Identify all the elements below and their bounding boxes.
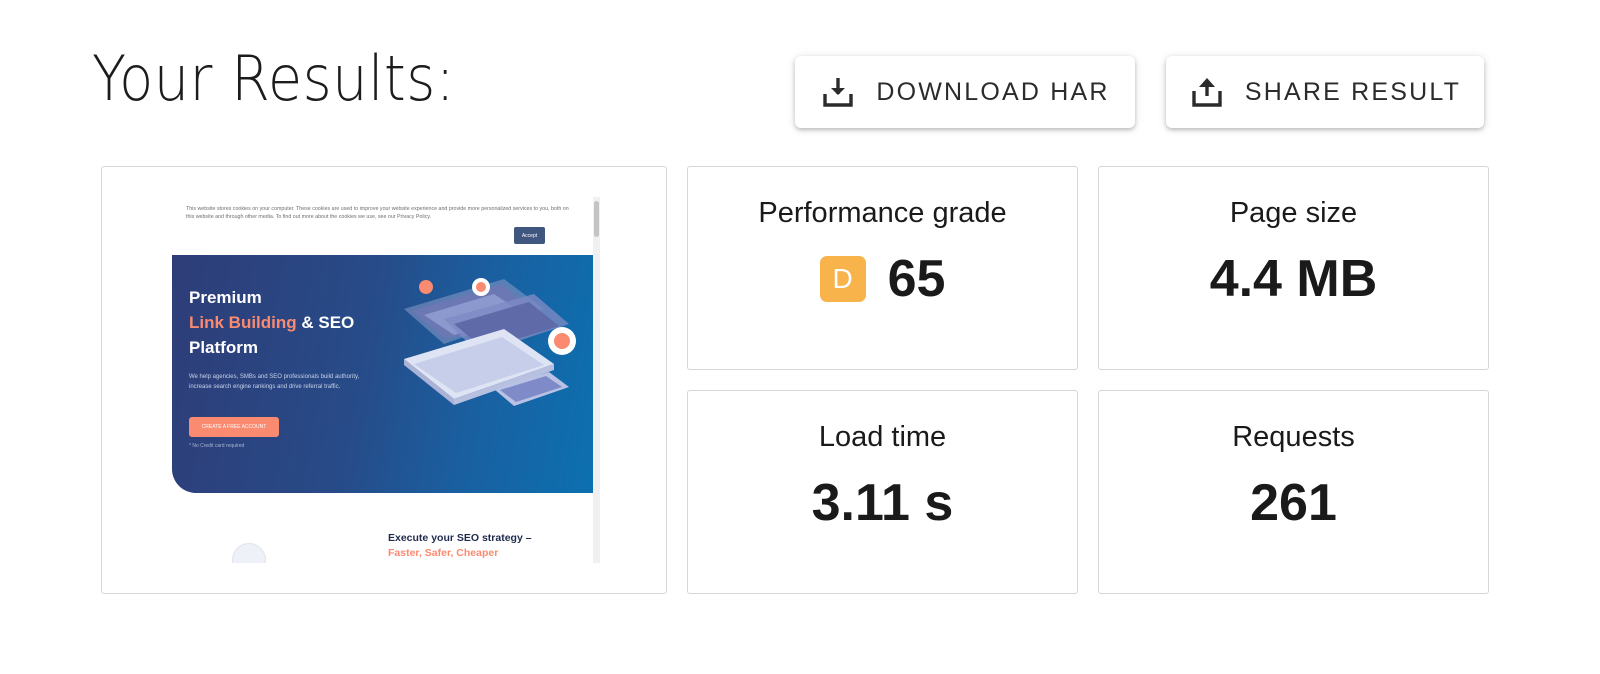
upload-icon	[1192, 78, 1222, 107]
requests-value: 261	[1250, 474, 1337, 532]
cookie-banner-text: This website stores cookies on your comp…	[186, 206, 569, 220]
grade-badge: D	[819, 256, 866, 302]
hero-accent: Link Building	[189, 313, 297, 332]
load-time-value: 3.11 s	[811, 474, 954, 532]
download-har-button[interactable]: DOWNLOAD HAR	[795, 56, 1135, 128]
hero-section: Premium Link Building & SEO Platform We …	[172, 255, 593, 493]
page-title: Your Results:	[92, 42, 455, 115]
cookie-accept-button: Accept	[514, 227, 545, 244]
hero-heading: Premium Link Building & SEO Platform	[189, 285, 354, 360]
requests-card: Requests 261	[1098, 390, 1489, 594]
download-har-label: DOWNLOAD HAR	[876, 77, 1110, 106]
preview-scrollbar	[593, 197, 600, 563]
page-size-label: Page size	[1229, 197, 1358, 229]
load-time-label: Load time	[818, 421, 947, 453]
hero-line1: Premium	[189, 288, 262, 307]
download-icon	[823, 78, 854, 107]
share-result-label: SHARE RESULT	[1244, 77, 1462, 106]
sub-heading: Execute your SEO strategy – Faster, Safe…	[388, 531, 532, 561]
preview-scrollbar-thumb	[594, 201, 599, 237]
sub-heading-accent: Faster, Safer, Cheaper	[388, 547, 499, 559]
hero-line3: Platform	[189, 338, 258, 357]
feature-icon	[232, 543, 266, 563]
performance-grade-card: Performance grade D 65	[687, 166, 1078, 370]
hero-cta-button: CREATE A FREE ACCOUNT	[189, 417, 279, 437]
hero-line2-rest: & SEO	[296, 313, 355, 332]
website-screenshot-card: This website stores cookies on your comp…	[101, 166, 667, 594]
hero-note: * No Credit card required	[189, 443, 245, 449]
share-result-button[interactable]: SHARE RESULT	[1166, 56, 1484, 128]
requests-label: Requests	[1232, 421, 1355, 453]
load-time-card: Load time 3.11 s	[687, 390, 1078, 594]
sub-heading-text: Execute your SEO strategy –	[388, 532, 532, 544]
laptop-illustration	[404, 278, 576, 406]
performance-grade-row: D 65	[688, 249, 1077, 309]
hero-paragraph: We help agencies, SMBs and SEO professio…	[189, 374, 360, 390]
page-size-card: Page size 4.4 MB	[1098, 166, 1489, 370]
page-size-value: 4.4 MB	[1209, 250, 1378, 308]
performance-grade-label: Performance grade	[758, 197, 1007, 229]
performance-score: 65	[887, 250, 946, 308]
website-screenshot: This website stores cookies on your comp…	[172, 197, 600, 563]
